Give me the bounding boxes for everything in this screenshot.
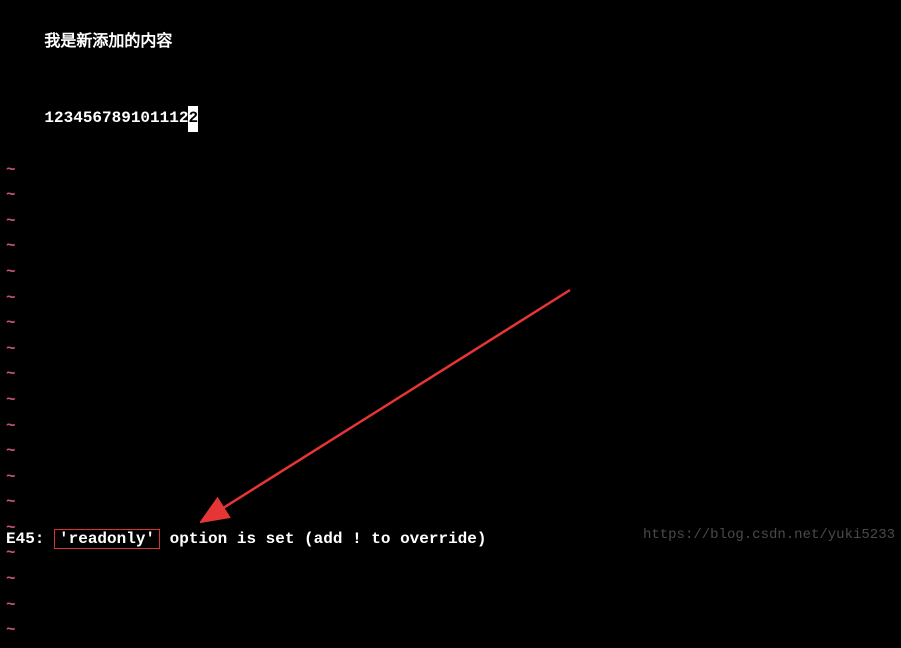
tilde-char: ~ xyxy=(6,314,16,332)
tilde-char: ~ xyxy=(6,417,16,435)
tilde-char: ~ xyxy=(6,161,16,179)
content-line-1: 我是新添加的内容 xyxy=(6,4,895,81)
tilde-char: ~ xyxy=(6,186,16,204)
empty-line: ~ xyxy=(6,337,895,363)
text-content: 我是新添加的内容 xyxy=(44,33,172,51)
empty-line: ~ xyxy=(6,311,895,337)
tilde-char: ~ xyxy=(6,468,16,486)
empty-line: ~ xyxy=(6,234,895,260)
tilde-char: ~ xyxy=(6,570,16,588)
empty-line: ~ xyxy=(6,183,895,209)
editor-area[interactable]: 我是新添加的内容 1234567891011122 ~ ~ ~ ~ ~ ~ ~ … xyxy=(0,0,901,648)
content-line-2: 1234567891011122 xyxy=(6,81,895,158)
tilde-char: ~ xyxy=(6,596,16,614)
empty-line: ~ xyxy=(6,618,895,644)
tilde-char: ~ xyxy=(6,340,16,358)
status-line: E45: 'readonly' option is set (add ! to … xyxy=(6,529,486,549)
tilde-char: ~ xyxy=(6,263,16,281)
tilde-char: ~ xyxy=(6,621,16,639)
empty-line: ~ xyxy=(6,567,895,593)
tilde-char: ~ xyxy=(6,493,16,511)
tilde-char: ~ xyxy=(6,289,16,307)
empty-line: ~ xyxy=(6,465,895,491)
tilde-char: ~ xyxy=(6,391,16,409)
error-code: E45: xyxy=(6,530,54,548)
empty-line: ~ xyxy=(6,362,895,388)
empty-line: ~ xyxy=(6,388,895,414)
empty-line: ~ xyxy=(6,414,895,440)
empty-line: ~ xyxy=(6,158,895,184)
tilde-char: ~ xyxy=(6,442,16,460)
text-prefix: 1234567891011 xyxy=(44,109,169,127)
empty-line: ~ xyxy=(6,209,895,235)
cursor: 2 xyxy=(188,106,198,132)
empty-line: ~ xyxy=(6,593,895,619)
watermark: https://blog.csdn.net/yuki5233 xyxy=(643,527,895,543)
status-message: option is set (add ! to override) xyxy=(160,530,486,548)
text-mid: 12 xyxy=(169,109,188,127)
empty-line: ~ xyxy=(6,490,895,516)
tilde-char: ~ xyxy=(6,212,16,230)
empty-line: ~ xyxy=(6,439,895,465)
highlighted-option: 'readonly' xyxy=(54,529,160,549)
tilde-char: ~ xyxy=(6,237,16,255)
empty-line: ~ xyxy=(6,286,895,312)
empty-line: ~ xyxy=(6,260,895,286)
tilde-char: ~ xyxy=(6,365,16,383)
